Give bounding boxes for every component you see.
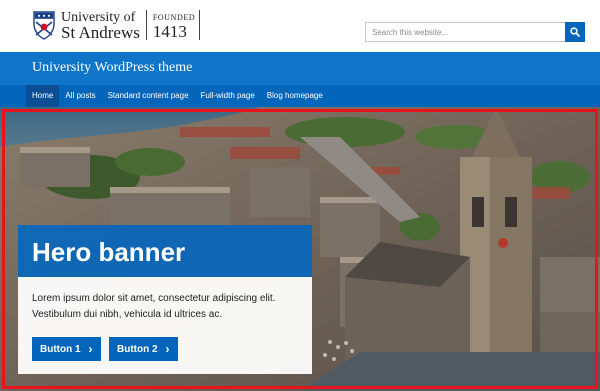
logo-divider-end: [199, 10, 201, 40]
university-logo[interactable]: University of St Andrews FOUNDED 1413: [32, 8, 201, 42]
nav-item-home[interactable]: Home: [26, 85, 60, 107]
nav-item-blog-homepage[interactable]: Blog homepage: [261, 85, 329, 107]
search-input[interactable]: [365, 22, 565, 42]
site-header: University of St Andrews FOUNDED 1413: [0, 0, 600, 52]
highlight-frame: [2, 109, 598, 389]
nav-item-all-posts[interactable]: All posts: [59, 85, 101, 107]
main-navigation: Home All posts Standard content page Ful…: [0, 85, 600, 107]
nav-item-standard-content-page[interactable]: Standard content page: [102, 85, 195, 107]
search-form: [365, 22, 585, 42]
university-name: University of St Andrews: [61, 10, 140, 42]
logo-divider: [145, 10, 147, 40]
search-button[interactable]: [565, 22, 585, 42]
site-title-bar: University WordPress theme: [0, 52, 600, 85]
search-icon: [570, 27, 580, 37]
university-name-line2: St Andrews: [61, 23, 140, 42]
hero-banner: Hero banner Lorem ipsum dolor sit amet, …: [0, 107, 600, 391]
nav-item-full-width-page[interactable]: Full-width page: [195, 85, 261, 107]
site-title[interactable]: University WordPress theme: [32, 60, 192, 76]
founded-block: FOUNDED 1413: [152, 11, 195, 41]
founded-year: 1413: [152, 22, 187, 41]
crest-icon: [33, 11, 55, 40]
